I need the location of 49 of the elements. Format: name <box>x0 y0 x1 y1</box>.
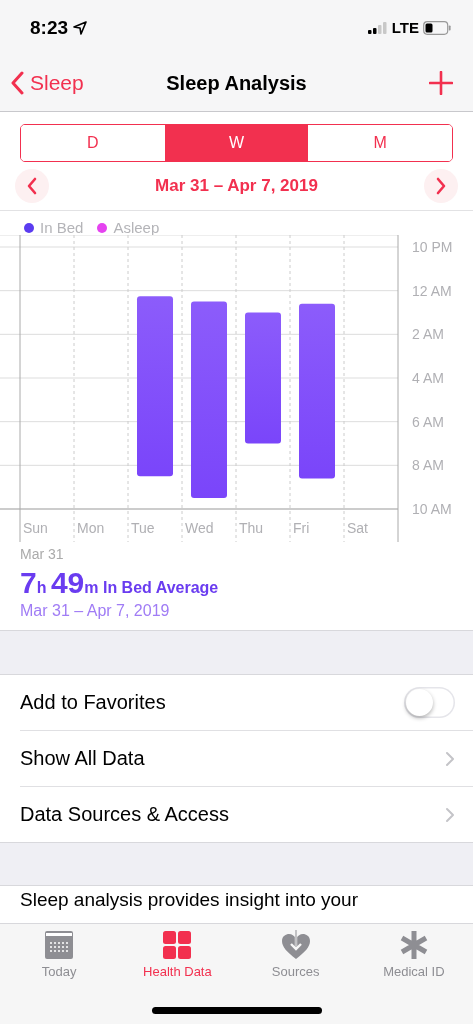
day-label: Tue <box>131 520 155 536</box>
calendar-icon <box>44 930 75 960</box>
day-label: Sun <box>23 520 48 536</box>
chevron-icon <box>445 750 455 767</box>
add-icon[interactable] <box>429 71 453 95</box>
axis-tick-label: 8 AM <box>412 457 444 474</box>
day-label: Thu <box>239 520 264 536</box>
chevron-icon <box>26 177 38 195</box>
tab-bar-item[interactable]: Today <box>0 930 119 979</box>
list-row[interactable]: Data Sources & Access <box>20 787 473 842</box>
grid-icon <box>162 930 193 960</box>
day-label: Wed <box>185 520 214 536</box>
back-chevron-icon <box>10 71 24 95</box>
asterisk-icon <box>398 930 429 960</box>
battery-icon <box>423 20 451 35</box>
day-label: Sat <box>347 520 368 536</box>
chevron-icon <box>445 806 455 823</box>
list-row[interactable]: Show All Data <box>20 731 473 787</box>
axis-tick-label: 10 AM <box>412 501 452 517</box>
location-arrow-icon <box>73 20 88 35</box>
description-text: Sleep analysis provides insight into your <box>20 889 358 910</box>
clock-time: 8:23 <box>30 16 69 39</box>
legend-label: In Bed <box>40 219 84 236</box>
chevron-icon <box>435 177 447 195</box>
day-label: Fri <box>293 520 310 536</box>
tab-bar-item[interactable]: Health Data <box>118 930 237 979</box>
back-button[interactable]: Sleep <box>10 71 84 95</box>
axis-tick-label: 10 PM <box>412 239 453 255</box>
day-label: Mon <box>77 520 105 536</box>
next-button[interactable] <box>424 169 458 203</box>
average-date-range: Mar 31 – Apr 7, 2019 <box>20 602 171 620</box>
average-duration: 7h 49m In Bed Average <box>20 568 220 598</box>
date-range: Mar 31 – Apr 7, 2019 <box>155 176 318 196</box>
previous-button[interactable] <box>15 169 49 203</box>
axis-tick-label: 4 AM <box>412 370 444 386</box>
axis-tick-label: 6 AM <box>412 413 444 430</box>
tab-bar-item[interactable]: Medical ID <box>354 930 473 979</box>
axis-tick-label: 12 AM <box>412 282 452 299</box>
week-start-label: Mar 31 <box>20 546 65 562</box>
screen-title: Sleep Analysis <box>166 71 307 95</box>
row-label: Add to Favorites <box>20 691 167 714</box>
legend-label: Asleep <box>113 219 160 236</box>
heart-download-icon <box>280 930 311 960</box>
signal-icon <box>367 21 388 34</box>
tab-bar-item[interactable]: Sources <box>236 930 355 979</box>
axis-tick-label: 2 AM <box>412 326 444 343</box>
network-label: LTE <box>391 19 419 36</box>
favorites-toggle[interactable] <box>404 687 455 718</box>
range-tab[interactable]: W <box>164 125 309 161</box>
